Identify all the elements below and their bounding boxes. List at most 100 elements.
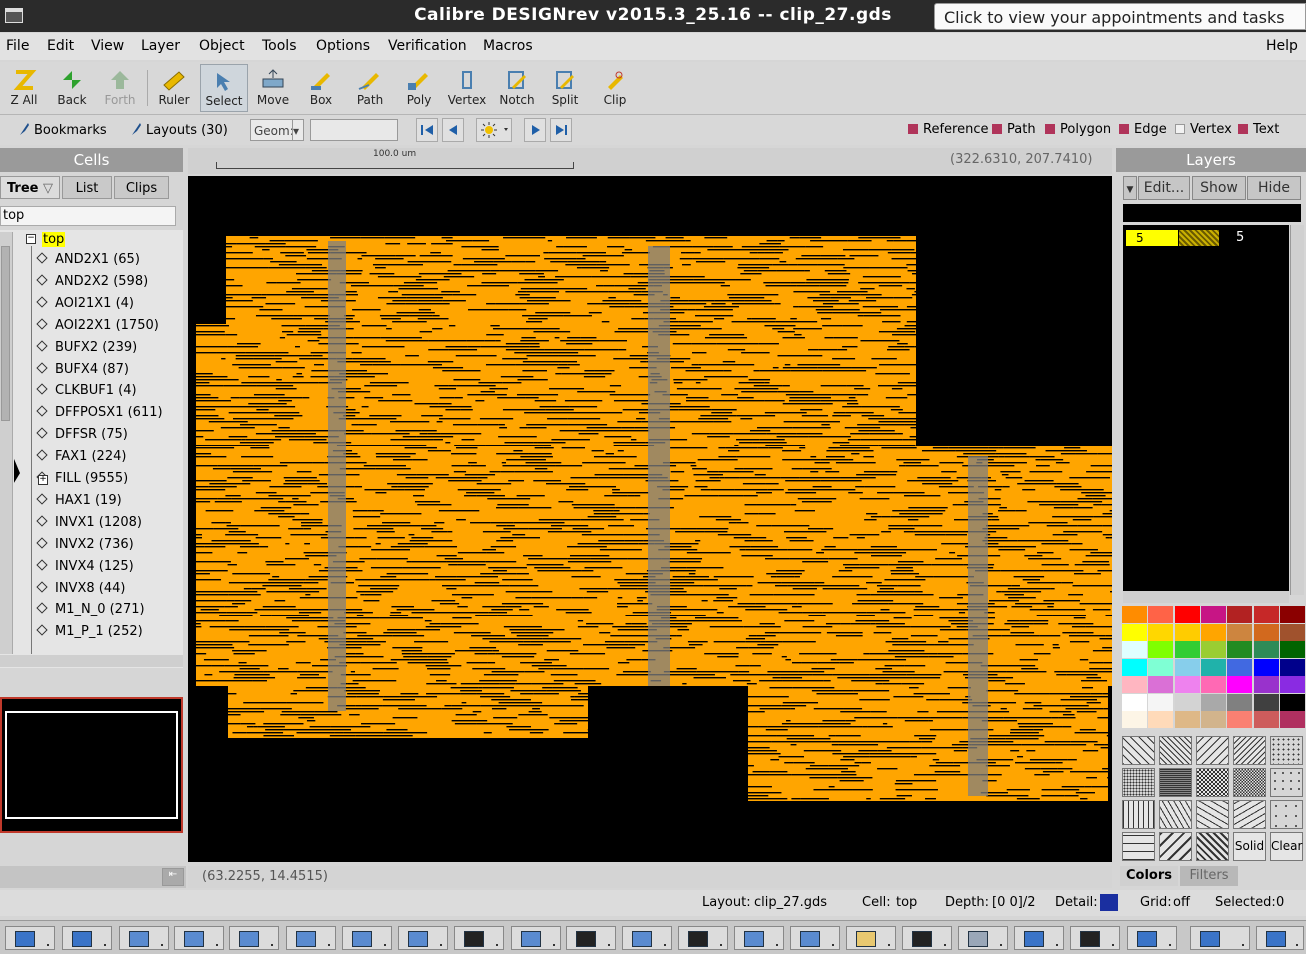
fill-pattern-swatch[interactable] <box>1159 736 1192 765</box>
solid-pattern-button[interactable]: Solid <box>1233 832 1266 861</box>
menu-tools[interactable]: Tools <box>262 38 297 54</box>
taskbar-window-button[interactable] <box>286 926 336 950</box>
taskbar-window-button[interactable] <box>5 926 55 950</box>
cell-tree-item[interactable]: FAX1 (224) <box>30 449 126 464</box>
overview-preview[interactable] <box>0 697 183 833</box>
bookmarks-button[interactable]: Bookmarks <box>18 122 107 138</box>
collapse-panel-icon[interactable]: ⇤ <box>162 868 184 886</box>
cell-tree-item[interactable]: BUFX4 (87) <box>30 362 129 377</box>
color-swatch[interactable] <box>1122 694 1147 711</box>
color-swatch[interactable] <box>1280 624 1305 641</box>
color-swatch[interactable] <box>1254 711 1279 728</box>
taskbar-window-button[interactable] <box>62 926 112 950</box>
color-swatch[interactable] <box>1201 659 1226 676</box>
cell-tree-item[interactable]: INVX1 (1208) <box>30 515 142 530</box>
taskbar-window-button[interactable] <box>622 926 672 950</box>
layer-5-pattern[interactable] <box>1179 230 1219 246</box>
color-swatch[interactable] <box>1122 676 1147 693</box>
color-swatch[interactable] <box>1122 659 1147 676</box>
color-swatch[interactable] <box>1280 606 1305 623</box>
last-button[interactable] <box>550 118 572 142</box>
clip-button[interactable]: Clip <box>591 64 639 112</box>
color-swatch[interactable] <box>1148 606 1173 623</box>
color-swatch[interactable] <box>1201 711 1226 728</box>
cell-filter-input[interactable]: top <box>0 206 176 226</box>
menu-options[interactable]: Options <box>316 38 370 54</box>
color-swatch[interactable] <box>1280 711 1305 728</box>
taskbar-window-button[interactable] <box>229 926 279 950</box>
cell-tree-item[interactable]: DFFSR (75) <box>30 427 128 442</box>
taskbar-window-button[interactable] <box>342 926 392 950</box>
detail-icon[interactable] <box>1100 894 1118 911</box>
filter-reference[interactable]: Reference <box>908 122 988 137</box>
fill-pattern-swatch[interactable] <box>1159 800 1192 829</box>
fill-pattern-swatch[interactable] <box>1233 800 1266 829</box>
highlight-button[interactable] <box>476 118 512 142</box>
color-swatch[interactable] <box>1122 641 1147 658</box>
taskbar-window-button[interactable] <box>454 926 504 950</box>
filter-path[interactable]: Path <box>992 122 1036 137</box>
menu-help[interactable]: Help <box>1266 38 1298 54</box>
color-swatch[interactable] <box>1254 606 1279 623</box>
color-swatch[interactable] <box>1148 659 1173 676</box>
cell-tree-item[interactable]: INVX8 (44) <box>30 581 125 596</box>
taskbar-window-button[interactable] <box>1014 926 1064 950</box>
cell-tree-hscrollbar[interactable] <box>0 655 183 667</box>
taskbar-window-button[interactable] <box>678 926 728 950</box>
poly-button[interactable]: Poly <box>395 64 443 112</box>
cell-tree-item[interactable]: AND2X2 (598) <box>30 274 148 289</box>
forth-button[interactable]: Forth <box>96 64 144 112</box>
layers-menu-button[interactable]: ▼ <box>1123 176 1137 200</box>
fill-pattern-swatch[interactable] <box>1159 832 1192 861</box>
fill-pattern-swatch[interactable] <box>1196 768 1229 797</box>
tab-list[interactable]: List <box>62 176 112 199</box>
taskbar-window-button[interactable] <box>902 926 952 950</box>
color-swatch[interactable] <box>1201 641 1226 658</box>
cell-tree-item[interactable]: DFFPOSX1 (611) <box>30 405 163 420</box>
taskbar-window-button[interactable] <box>174 926 224 950</box>
cell-tree-item[interactable]: AOI21X1 (4) <box>30 296 134 311</box>
layers-show-button[interactable]: Show <box>1192 176 1246 200</box>
color-swatch[interactable] <box>1148 676 1173 693</box>
cell-tree-vscroll-thumb[interactable] <box>1 246 10 421</box>
layers-hide-button[interactable]: Hide <box>1247 176 1301 200</box>
cell-tree-item[interactable]: BUFX2 (239) <box>30 340 137 355</box>
layout-canvas[interactable] <box>188 176 1112 862</box>
color-swatch[interactable] <box>1201 694 1226 711</box>
cell-tree-item[interactable]: INVX2 (736) <box>30 537 134 552</box>
color-swatch[interactable] <box>1280 659 1305 676</box>
color-swatch[interactable] <box>1175 624 1200 641</box>
tab-filters[interactable]: Filters <box>1180 866 1238 886</box>
taskbar-window-button[interactable] <box>1070 926 1120 950</box>
vertex-button[interactable]: Vertex <box>443 64 491 112</box>
layer-5-swatch[interactable]: 5 <box>1126 230 1178 246</box>
color-swatch[interactable] <box>1175 676 1200 693</box>
layer-list-hscrollbar[interactable] <box>1123 591 1289 603</box>
tab-clips[interactable]: Clips <box>114 176 169 199</box>
fill-pattern-swatch[interactable] <box>1233 768 1266 797</box>
taskbar-window-button[interactable] <box>398 926 448 950</box>
tab-colors[interactable]: Colors <box>1120 866 1178 886</box>
filter-vertex[interactable]: Vertex <box>1175 122 1232 137</box>
layers-edit-button[interactable]: Edit... <box>1138 176 1190 200</box>
cell-tree-item[interactable]: AND2X1 (65) <box>30 252 140 267</box>
taskbar-window-button[interactable] <box>790 926 840 950</box>
color-swatch[interactable] <box>1148 624 1173 641</box>
color-swatch[interactable] <box>1201 676 1226 693</box>
fill-pattern-swatch[interactable] <box>1196 832 1229 861</box>
menu-edit[interactable]: Edit <box>47 38 74 54</box>
fill-pattern-swatch[interactable] <box>1196 800 1229 829</box>
taskbar-window-button[interactable] <box>566 926 616 950</box>
path-button[interactable]: Path <box>346 64 394 112</box>
taskbar-window-button[interactable] <box>1256 926 1304 950</box>
ruler-button[interactable]: Ruler <box>150 64 198 112</box>
color-swatch[interactable] <box>1175 694 1200 711</box>
geom-input[interactable] <box>310 119 398 141</box>
color-swatch[interactable] <box>1280 676 1305 693</box>
geom-selector[interactable]: Geom:▾ <box>250 119 304 141</box>
color-swatch[interactable] <box>1175 711 1200 728</box>
fill-pattern-swatch[interactable] <box>1270 800 1303 829</box>
color-swatch[interactable] <box>1175 606 1200 623</box>
layer-filter-input[interactable] <box>1123 204 1301 222</box>
back-button[interactable]: Back <box>48 64 96 112</box>
